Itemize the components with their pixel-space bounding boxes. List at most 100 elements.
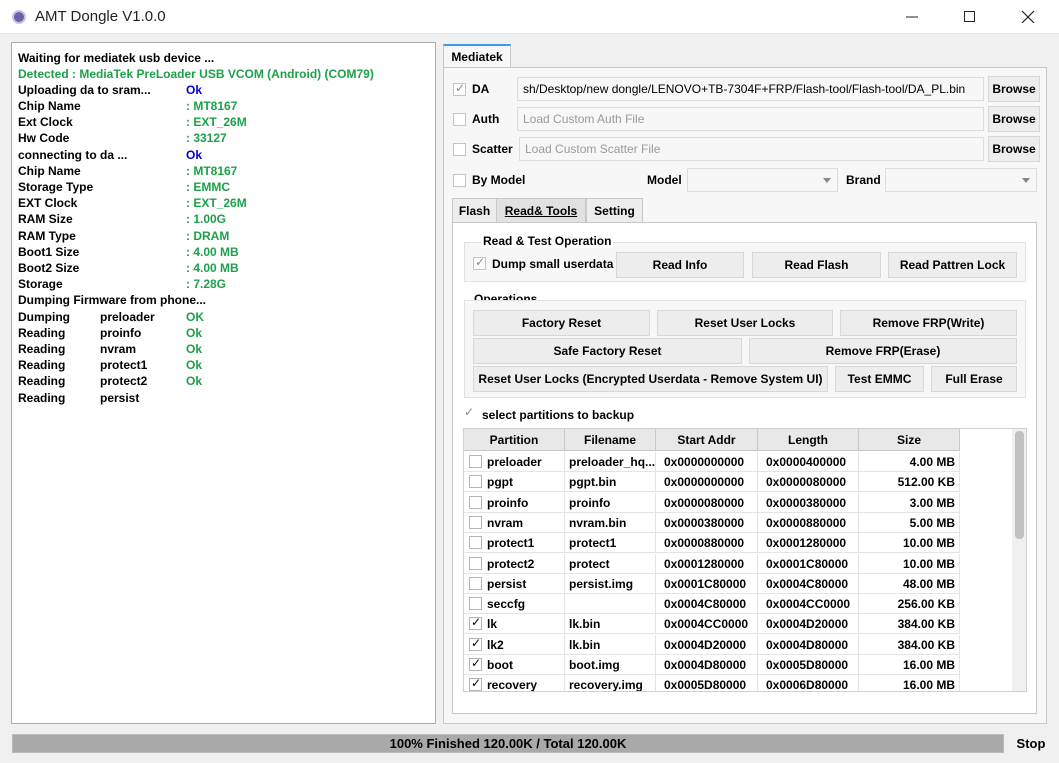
log-line: Storage: 7.28G	[18, 277, 226, 293]
select-partitions-checkbox[interactable]	[463, 405, 476, 421]
log-line: Ext Clock: EXT_26M	[18, 115, 247, 131]
factory-reset-button[interactable]: Factory Reset	[473, 310, 650, 336]
log-label: RAM Size	[18, 212, 73, 226]
scatter-file-field[interactable]: Load Custom Scatter File	[519, 137, 984, 161]
maximize-button[interactable]	[948, 0, 994, 34]
scrollbar-thumb[interactable]	[1015, 431, 1024, 539]
select-partitions-label: select partitions to backup	[482, 408, 635, 422]
cell-size: 3.00 MB	[859, 492, 960, 513]
cell-partition: nvram	[464, 512, 565, 533]
test-emmc-button[interactable]: Test EMMC	[835, 366, 924, 392]
dump-log-line: Reading protect2 Ok	[18, 374, 202, 390]
log-label: Detected : MediaTek PreLoader USB VCOM (…	[18, 67, 374, 81]
model-label: Model	[647, 173, 682, 187]
cell-size: 5.00 MB	[859, 512, 960, 533]
cell-start: 0x0000000000	[656, 452, 758, 472]
table-row[interactable]: nvram nvram.bin 0x0000380000 0x0000880000 5.…	[464, 512, 960, 533]
log-label: Chip Name	[18, 164, 81, 178]
dump-small-userdata-checkbox[interactable]	[473, 255, 486, 270]
log-line: Chip Name: MT8167	[18, 99, 237, 115]
table-row[interactable]: preloader preloader_hq... 0x0000000000 0x00…	[464, 452, 960, 472]
log-value: Ok	[186, 148, 203, 162]
minimize-button[interactable]	[890, 0, 936, 34]
log-panel[interactable]: Waiting for mediatek usb device ... Dete…	[11, 42, 436, 724]
cell-size: 10.00 MB	[859, 553, 960, 574]
cell-size: 384.00 KB	[859, 614, 960, 635]
dump-partition: protect2	[100, 374, 148, 388]
auth-checkbox[interactable]	[453, 113, 466, 126]
cell-filename: protect	[565, 553, 656, 574]
table-row[interactable]: protect2 protect 0x0001280000 0x0001C80000 1…	[464, 553, 960, 574]
close-icon	[1021, 10, 1035, 23]
table-row[interactable]: lklk.bin0x0004CC00000x0004D20000384.00 K…	[464, 614, 960, 635]
header-partition[interactable]: Partition	[464, 429, 565, 451]
log-line: EXT Clock: EXT_26M	[18, 196, 247, 212]
table-scrollbar[interactable]	[1012, 429, 1026, 691]
table-row[interactable]: bootboot.img0x0004D800000x0005D8000016.0…	[464, 655, 960, 675]
log-value: : 33127	[186, 131, 227, 145]
scatter-checkbox[interactable]	[453, 143, 466, 156]
header-length[interactable]: Length	[758, 429, 859, 451]
cell-partition: persist	[464, 573, 565, 594]
log-value: : 4.00 MB	[186, 245, 239, 259]
table-row[interactable]: proinfo proinfo 0x0000080000 0x0000380000 3.…	[464, 492, 960, 513]
da-checkbox[interactable]	[453, 81, 466, 96]
brand-select[interactable]	[885, 168, 1037, 192]
tab-mediatek[interactable]: Mediatek	[443, 44, 511, 68]
cell-length: 0x0000400000	[758, 452, 859, 472]
read-info-button[interactable]: Read Info	[616, 252, 744, 278]
dump-status: Ok	[186, 374, 203, 388]
log-value: Ok	[186, 83, 203, 97]
read-flash-button[interactable]: Read Flash	[752, 252, 881, 278]
dump-small-userdata-label: Dump small userdata	[492, 257, 614, 271]
header-size[interactable]: Size	[859, 429, 960, 451]
tab-read-tools[interactable]: Read& Tools	[496, 198, 586, 223]
model-select[interactable]	[687, 168, 838, 192]
table-row[interactable]: persist persist.img 0x0001C80000 0x0004C800…	[464, 573, 960, 594]
remove-frp-erase-button[interactable]: Remove FRP(Erase)	[749, 338, 1017, 364]
tab-flash[interactable]: Flash	[452, 198, 497, 223]
da-browse-button[interactable]: Browse	[988, 76, 1040, 102]
log-line: Boot2 Size: 4.00 MB	[18, 261, 239, 277]
cell-size: 16.00 MB	[859, 675, 960, 691]
cell-filename: lk.bin	[565, 634, 656, 655]
tab-setting[interactable]: Setting	[586, 198, 643, 223]
log-label: connecting to da ...	[18, 148, 128, 162]
remove-frp-write-button[interactable]: Remove FRP(Write)	[840, 310, 1017, 336]
brand-label: Brand	[846, 173, 881, 187]
safe-factory-reset-button[interactable]: Safe Factory Reset	[473, 338, 742, 364]
cell-filename: proinfo	[565, 492, 656, 513]
cell-partition: pgpt	[464, 472, 565, 493]
dump-log-line: Reading nvram Ok	[18, 342, 202, 358]
read-test-title: Read & Test Operation	[481, 234, 614, 248]
read-pattern-lock-button[interactable]: Read Pattren Lock	[888, 252, 1017, 278]
full-erase-button[interactable]: Full Erase	[931, 366, 1017, 392]
dump-partition: nvram	[100, 342, 137, 356]
reset-user-locks-button[interactable]: Reset User Locks	[657, 310, 833, 336]
header-filename[interactable]: Filename	[565, 429, 656, 451]
auth-file-field[interactable]: Load Custom Auth File	[517, 107, 984, 131]
scatter-browse-button[interactable]: Browse	[988, 136, 1040, 162]
partition-table: Partition Filename Start Addr Length Siz…	[463, 428, 1027, 692]
header-start-addr[interactable]: Start Addr	[656, 429, 758, 451]
da-path-field[interactable]: sh/Desktop/new dongle/LENOVO+TB-7304F+FR…	[517, 77, 984, 101]
cell-size: 48.00 MB	[859, 573, 960, 594]
cell-partition: seccfg	[464, 594, 565, 615]
reset-encrypted-user-locks-button[interactable]: Reset User Locks (Encrypted Userdata - R…	[473, 366, 828, 392]
table-row[interactable]: seccfg 0x0004C80000 0x0004CC0000 256.00 KB	[464, 594, 960, 615]
cell-start: 0x0000380000	[656, 512, 758, 533]
table-row[interactable]: pgpt pgpt.bin 0x0000000000 0x0000080000 512.…	[464, 472, 960, 493]
cell-start: 0x0000000000	[656, 472, 758, 493]
stop-button[interactable]: Stop	[1011, 731, 1051, 757]
table-row[interactable]: lk2lk.bin0x0004D200000x0004D80000384.00 …	[464, 634, 960, 655]
auth-browse-button[interactable]: Browse	[988, 106, 1040, 132]
by-model-checkbox[interactable]	[453, 174, 466, 187]
dump-log-line: Reading proinfo Ok	[18, 326, 202, 342]
table-row[interactable]: protect1 protect1 0x0000880000 0x0001280000…	[464, 533, 960, 554]
close-button[interactable]	[1006, 0, 1052, 34]
cell-length: 0x0000380000	[758, 492, 859, 513]
cell-partition: proinfo	[464, 492, 565, 513]
table-row[interactable]: recoveryrecovery.img0x0005D800000x0006D8…	[464, 675, 960, 691]
log-label: RAM Type	[18, 229, 76, 243]
cell-filename: persist.img	[565, 573, 656, 594]
